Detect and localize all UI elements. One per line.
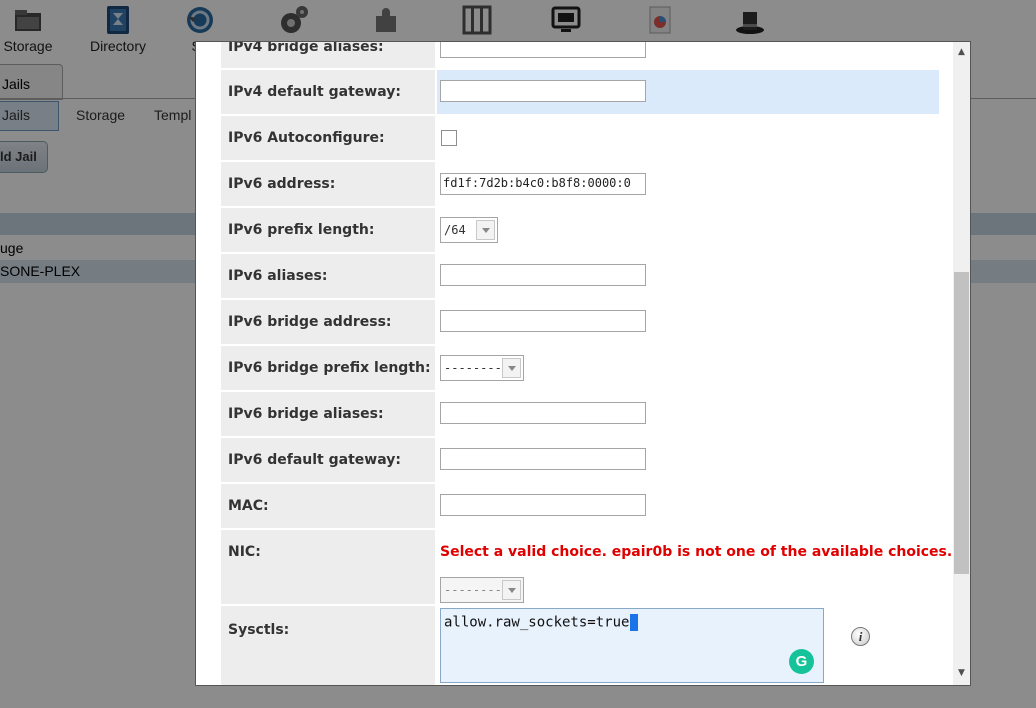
grammarly-icon[interactable]: G <box>789 649 814 674</box>
ipv6-default-gateway-input[interactable] <box>440 448 646 470</box>
select-value: --------- <box>444 361 510 375</box>
field-value-cell <box>437 70 939 114</box>
info-icon[interactable]: i <box>851 627 870 646</box>
ipv6-autoconfigure-checkbox[interactable] <box>441 130 457 146</box>
field-value-cell: Select a valid choice. epair0b is not on… <box>437 530 952 604</box>
field-value-cell <box>437 392 939 436</box>
text-cursor <box>630 614 639 631</box>
field-label: IPv6 prefix length: <box>221 208 435 252</box>
form-row-ipv6-default-gateway: IPv6 default gateway: <box>221 438 939 482</box>
field-value-cell <box>437 42 939 68</box>
field-value-cell <box>437 116 939 160</box>
field-value-cell: fd1f:7d2b:b4c0:b8f8:0000:0 <box>437 162 939 206</box>
field-label: IPv4 bridge aliases: <box>221 42 435 68</box>
ipv6-bridge-prefix-length-select[interactable]: --------- <box>440 355 524 381</box>
mac-input[interactable] <box>440 494 646 516</box>
field-label: IPv4 default gateway: <box>221 70 435 114</box>
ipv6-bridge-address-input[interactable] <box>440 310 646 332</box>
nic-error-message: Select a valid choice. epair0b is not on… <box>440 544 953 560</box>
form-row-mac: MAC: <box>221 484 939 528</box>
field-label: IPv6 default gateway: <box>221 438 435 482</box>
field-value-cell: /64 <box>437 208 939 252</box>
ipv4-default-gateway-input[interactable] <box>440 80 646 102</box>
field-label: IPv6 bridge aliases: <box>221 392 435 436</box>
select-value: --------- <box>444 583 510 597</box>
field-label: IPv6 address: <box>221 162 435 206</box>
field-value-cell <box>437 484 939 528</box>
ipv6-prefix-length-select[interactable]: /64 <box>440 217 498 243</box>
field-value-cell <box>437 300 939 344</box>
scroll-up-icon[interactable]: ▲ <box>953 44 970 61</box>
scrollbar-thumb[interactable] <box>954 272 969 574</box>
form-row-ipv6-address: IPv6 address: fd1f:7d2b:b4c0:b8f8:0000:0 <box>221 162 939 206</box>
chevron-down-icon[interactable] <box>502 358 521 378</box>
textarea-value: allow.raw_sockets=true <box>444 614 630 631</box>
form-row-ipv6-autoconfigure: IPv6 Autoconfigure: <box>221 116 939 160</box>
chevron-down-icon[interactable] <box>502 580 521 600</box>
field-label: IPv6 bridge address: <box>221 300 435 344</box>
ipv6-bridge-aliases-input[interactable] <box>440 402 646 424</box>
field-label: MAC: <box>221 484 435 528</box>
field-value-cell <box>437 254 939 298</box>
nic-select[interactable]: --------- <box>440 577 524 603</box>
field-value-cell <box>437 438 939 482</box>
field-value-cell: allow.raw_sockets=true G i <box>437 606 939 685</box>
form-row-ipv6-prefix-length: IPv6 prefix length: /64 <box>221 208 939 252</box>
chevron-down-icon[interactable] <box>476 220 495 240</box>
ipv6-address-input[interactable]: fd1f:7d2b:b4c0:b8f8:0000:0 <box>440 173 646 195</box>
field-label: NIC: <box>221 530 435 604</box>
form-row-ipv6-bridge-address: IPv6 bridge address: <box>221 300 939 344</box>
form-row-nic: NIC: Select a valid choice. epair0b is n… <box>221 530 952 604</box>
select-value: /64 <box>444 223 466 237</box>
field-label: IPv6 aliases: <box>221 254 435 298</box>
ipv4-bridge-aliases-input[interactable] <box>440 42 646 58</box>
form-row-ipv4-bridge-aliases: IPv4 bridge aliases: <box>221 42 939 68</box>
form-row-ipv6-aliases: IPv6 aliases: <box>221 254 939 298</box>
field-value-cell: --------- <box>437 346 939 390</box>
form-row-ipv6-bridge-prefix-length: IPv6 bridge prefix length: --------- <box>221 346 939 390</box>
sysctls-textarea[interactable]: allow.raw_sockets=true G <box>440 608 824 683</box>
form-row-sysctls: Sysctls: allow.raw_sockets=true G i <box>221 606 939 685</box>
form-row-ipv4-default-gateway: IPv4 default gateway: <box>221 70 939 114</box>
field-label: IPv6 bridge prefix length: <box>221 346 435 390</box>
form-row-ipv6-bridge-aliases: IPv6 bridge aliases: <box>221 392 939 436</box>
field-label: Sysctls: <box>221 606 435 685</box>
scroll-down-icon[interactable]: ▼ <box>953 665 970 682</box>
ipv6-aliases-input[interactable] <box>440 264 646 286</box>
field-label: IPv6 Autoconfigure: <box>221 116 435 160</box>
